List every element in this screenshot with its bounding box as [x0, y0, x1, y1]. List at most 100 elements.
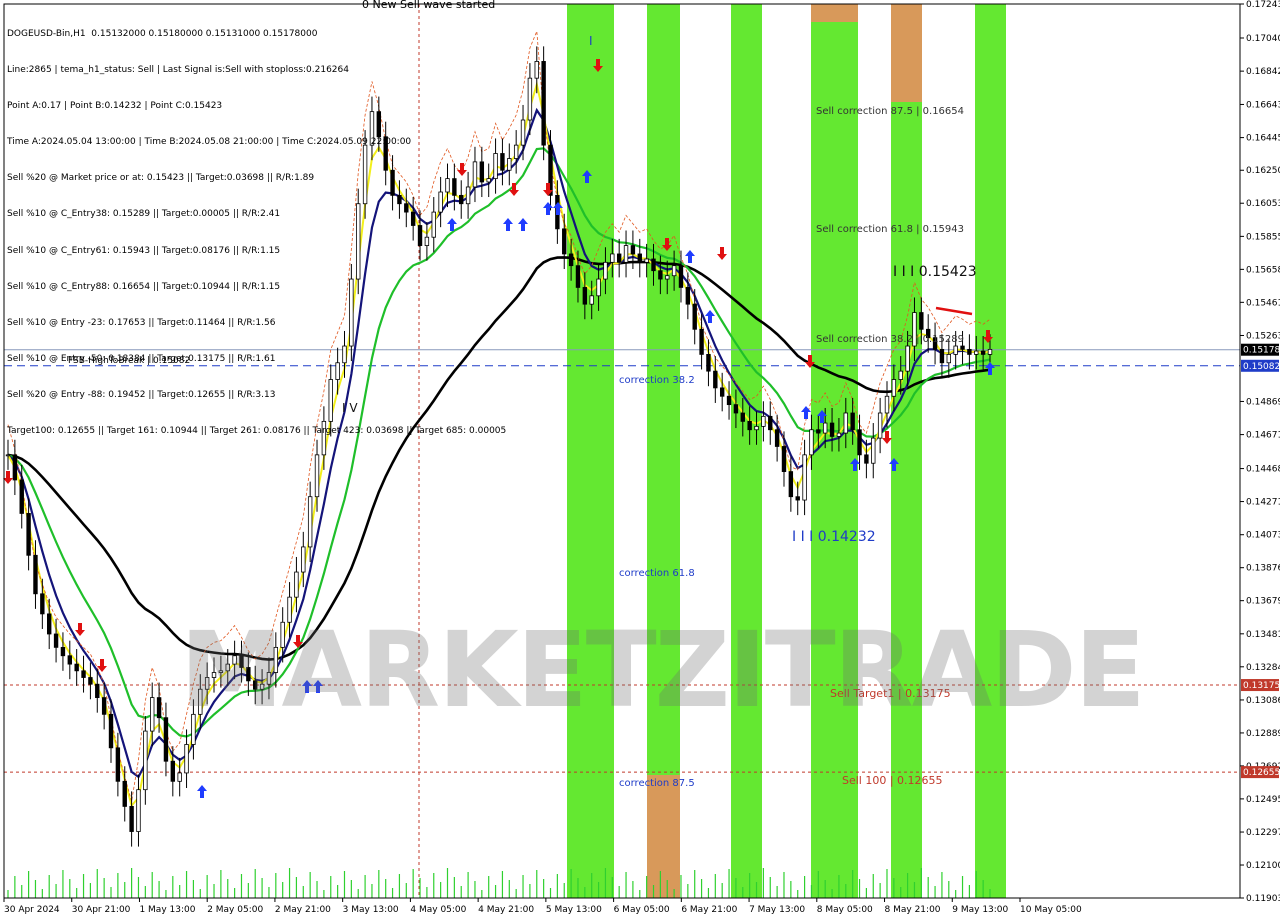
- y-tick-label: 0.15658: [1246, 265, 1280, 275]
- y-tick-label: 0.13086: [1246, 696, 1280, 706]
- candle-body: [898, 370, 903, 380]
- signal-band: [811, 4, 858, 898]
- candle-body: [143, 730, 148, 791]
- info-panel: DOGEUSD-Bin,H1 0.15132000 0.15180000 0.1…: [7, 4, 506, 449]
- candle-body: [307, 496, 313, 548]
- candle-body: [816, 429, 821, 434]
- x-tick-label: 7 May 13:00: [749, 905, 805, 915]
- candle-body: [74, 663, 79, 672]
- candle-body: [589, 295, 594, 305]
- candle-body: [822, 422, 828, 434]
- wave-label: I I I 0.15423: [893, 264, 977, 280]
- candle-body: [678, 265, 684, 288]
- candle-body: [115, 747, 121, 782]
- candle-body: [26, 513, 31, 556]
- price-tag-label: 0.15082: [1243, 362, 1280, 372]
- candle-body: [740, 412, 745, 422]
- correction-label: Sell correction 61.8 | 0.15943: [816, 224, 964, 235]
- correction-label: correction 38.2: [619, 375, 695, 386]
- signal-band: [975, 4, 1006, 898]
- candle-body: [713, 370, 718, 389]
- candle-body: [294, 571, 299, 598]
- candle-body: [747, 420, 752, 431]
- sell-arrow-icon: [882, 431, 892, 444]
- candle-body: [658, 270, 663, 280]
- buy-arrow-icon: [801, 406, 811, 419]
- y-tick-label: 0.16643: [1246, 100, 1280, 110]
- y-tick-label: 0.16445: [1246, 134, 1280, 144]
- x-tick-label: 8 May 05:00: [817, 905, 873, 915]
- sell-arrow-icon: [717, 247, 727, 260]
- candle-body: [156, 697, 162, 719]
- candle-body: [864, 454, 869, 464]
- info-line: Sell %10 @ C_Entry61: 0.15943 || Target:…: [7, 245, 281, 256]
- candle-body: [520, 119, 526, 146]
- candle-body: [12, 454, 18, 481]
- candle-body: [568, 253, 574, 267]
- candle-body: [108, 713, 114, 749]
- candle-body: [101, 697, 107, 715]
- candle-body: [726, 395, 732, 406]
- candle-body: [768, 415, 773, 431]
- candle-body: [781, 446, 787, 472]
- x-tick-label: 10 May 05:00: [1020, 905, 1082, 915]
- candle-body: [623, 245, 629, 263]
- y-tick-label: 0.15263: [1246, 331, 1280, 341]
- candle-body: [719, 387, 725, 397]
- y-tick-label: 0.14073: [1246, 531, 1280, 541]
- candle-body: [939, 348, 945, 364]
- candle-body: [692, 303, 697, 330]
- buy-arrow-icon: [543, 202, 553, 215]
- x-tick-label: 1 May 13:00: [139, 905, 195, 915]
- candle-body: [871, 437, 876, 464]
- correction-label: Sell correction 87.5 | 0.16654: [816, 106, 964, 117]
- y-tick-label: 0.16250: [1246, 166, 1280, 176]
- candle-body: [47, 613, 52, 635]
- info-line: Sell %20 @ Market price or at: 0.15423 |…: [7, 173, 315, 184]
- candle-body: [671, 265, 677, 277]
- candle-body: [891, 379, 897, 397]
- signal-band: [731, 4, 762, 898]
- candle-body: [95, 683, 100, 699]
- candle-body: [905, 345, 910, 372]
- candle-body: [843, 412, 848, 434]
- candle-body: [5, 454, 11, 457]
- candle-body: [40, 593, 45, 615]
- x-tick-label: 2 May 05:00: [207, 905, 263, 915]
- candle-body: [163, 717, 169, 762]
- orange-band-block: [811, 4, 858, 22]
- info-line: Time A:2024.05.04 13:00:00 | Time B:2024…: [7, 137, 412, 148]
- candle-body: [953, 345, 958, 355]
- y-tick-label: 0.12297: [1246, 828, 1280, 838]
- y-tick-label: 0.17243: [1246, 0, 1280, 10]
- candle-body: [754, 425, 759, 431]
- buy-arrow-icon: [705, 310, 715, 323]
- y-tick-label: 0.13284: [1246, 663, 1280, 673]
- candle-body: [81, 670, 86, 678]
- info-line: Sell %10 @ Entry -50: 0.18384 || Target:…: [7, 353, 276, 364]
- candle-body: [507, 158, 512, 171]
- candle-body: [761, 415, 766, 427]
- y-tick-label: 0.13876: [1246, 564, 1280, 574]
- candle-body: [665, 275, 670, 280]
- y-tick-label: 0.14468: [1246, 465, 1280, 475]
- x-tick-label: 4 May 05:00: [410, 905, 466, 915]
- level-label: Sell 100 | 0.12655: [842, 774, 943, 787]
- candle-body: [809, 429, 814, 456]
- candle-body: [184, 744, 189, 774]
- candle-body: [19, 479, 24, 514]
- y-tick-label: 0.13481: [1246, 630, 1280, 640]
- candle-body: [541, 61, 546, 146]
- candle-body: [562, 228, 567, 255]
- candle-body: [644, 258, 649, 263]
- candle-body: [88, 677, 93, 685]
- candle-body: [177, 772, 182, 782]
- candle-body: [603, 261, 608, 280]
- y-tick-label: 0.16053: [1246, 199, 1280, 209]
- candle-body: [980, 350, 986, 355]
- correction-label: correction 87.5: [619, 778, 695, 789]
- candle-body: [733, 404, 739, 414]
- x-tick-label: 30 Apr 21:00: [72, 905, 131, 915]
- y-tick-label: 0.14869: [1246, 397, 1280, 407]
- candle-body: [637, 253, 642, 263]
